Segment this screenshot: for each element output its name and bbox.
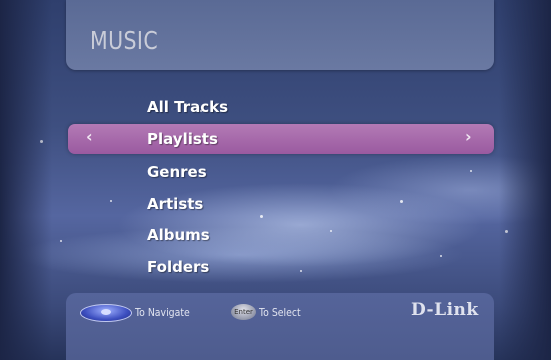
menu-item-artists[interactable]: Artists bbox=[147, 195, 203, 213]
selected-item-highlight[interactable] bbox=[68, 124, 494, 154]
right-edge-shade bbox=[499, 0, 551, 360]
sparkle-decoration bbox=[400, 200, 403, 203]
sparkle-decoration bbox=[300, 270, 302, 272]
sparkle-decoration bbox=[60, 240, 62, 242]
header-panel: MUSIC bbox=[66, 0, 494, 70]
dpad-icon bbox=[80, 304, 132, 322]
sparkle-decoration bbox=[470, 170, 472, 172]
menu-item-genres[interactable]: Genres bbox=[147, 163, 207, 181]
chevron-right-icon[interactable]: › bbox=[465, 127, 472, 146]
menu-item-playlists[interactable]: Playlists bbox=[147, 130, 218, 148]
chevron-left-icon[interactable]: ‹ bbox=[86, 127, 93, 146]
left-edge-shade bbox=[0, 0, 52, 360]
menu-item-albums[interactable]: Albums bbox=[147, 226, 210, 244]
sparkle-decoration bbox=[260, 215, 263, 218]
menu-item-folders[interactable]: Folders bbox=[147, 258, 209, 276]
menu-screen: MUSIC ‹ › All Tracks Playlists Genres Ar… bbox=[0, 0, 551, 360]
navigate-hint: To Navigate bbox=[135, 306, 190, 319]
sparkle-decoration bbox=[110, 200, 112, 202]
enter-key-icon: Enter bbox=[231, 304, 256, 320]
brand-logo: D-Link bbox=[411, 300, 479, 320]
select-hint: To Select bbox=[259, 306, 301, 319]
page-title: MUSIC bbox=[90, 26, 159, 55]
sparkle-decoration bbox=[440, 255, 442, 257]
menu-item-all-tracks[interactable]: All Tracks bbox=[147, 98, 228, 116]
sparkle-decoration bbox=[330, 230, 332, 232]
